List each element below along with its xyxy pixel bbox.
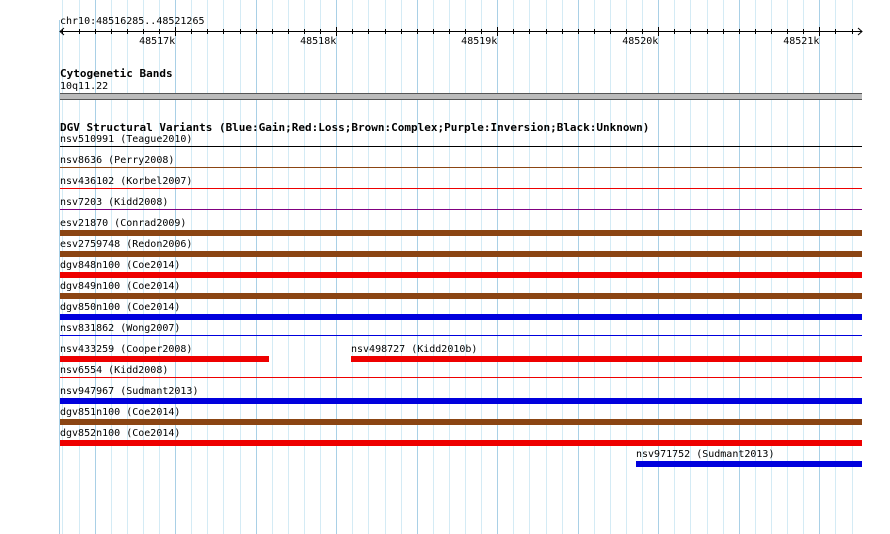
variant-label: dgv852n100 (Coe2014) xyxy=(60,428,181,439)
variant-label: nsv6554 (Kidd2008) xyxy=(60,365,169,376)
variant-feature-bar[interactable] xyxy=(60,251,862,257)
variant-feature-bar[interactable] xyxy=(60,167,862,168)
variant-feature-bar[interactable] xyxy=(60,314,862,320)
variant-label: nsv947967 (Sudmant2013) xyxy=(60,386,199,397)
variant-feature-bar[interactable] xyxy=(60,377,862,378)
dgv-track-title: DGV Structural Variants (Blue:Gain;Red:L… xyxy=(60,121,650,134)
variant-feature-bar[interactable] xyxy=(60,356,269,362)
ruler-tick-label: 48520k xyxy=(622,36,659,47)
variant-feature-bar[interactable] xyxy=(60,230,862,236)
ruler-tick-label: 48518k xyxy=(300,36,337,47)
variant-label: nsv7203 (Kidd2008) xyxy=(60,197,169,208)
variant-label: nsv498727 (Kidd2010b) xyxy=(351,344,478,355)
variant-feature-bar[interactable] xyxy=(636,461,862,467)
variant-label: dgv848n100 (Coe2014) xyxy=(60,260,181,271)
variant-label: nsv436102 (Korbel2007) xyxy=(60,176,193,187)
variant-feature-bar[interactable] xyxy=(60,146,862,147)
cytoband-label: 10q11.22 xyxy=(60,81,109,92)
variant-feature-bar[interactable] xyxy=(60,419,862,425)
variant-label: nsv8636 (Perry2008) xyxy=(60,155,175,166)
variant-feature-bar[interactable] xyxy=(60,398,862,404)
variant-feature-bar[interactable] xyxy=(60,209,862,210)
variant-label: nsv971752 (Sudmant2013) xyxy=(636,449,775,460)
cytoband-track-title: Cytogenetic Bands xyxy=(60,67,173,80)
ruler-tick-label: 48517k xyxy=(139,36,176,47)
variant-label: nsv510991 (Teague2010) xyxy=(60,134,193,145)
cytoband-bar[interactable] xyxy=(60,93,862,100)
variant-label: dgv851n100 (Coe2014) xyxy=(60,407,181,418)
variant-label: nsv433259 (Cooper2008) xyxy=(60,344,193,355)
locus-label: chr10:48516285..48521265 xyxy=(60,16,205,27)
ruler-tick-label: 48521k xyxy=(783,36,820,47)
variant-label: esv21870 (Conrad2009) xyxy=(60,218,187,229)
variant-feature-bar[interactable] xyxy=(60,293,862,299)
variant-label: esv2759748 (Redon2006) xyxy=(60,239,193,250)
variant-label: dgv850n100 (Coe2014) xyxy=(60,302,181,313)
variant-feature-bar[interactable] xyxy=(60,272,862,278)
variant-feature-bar[interactable] xyxy=(60,335,862,336)
variant-feature-bar[interactable] xyxy=(351,356,862,362)
variant-feature-bar[interactable] xyxy=(60,188,862,189)
variant-label: dgv849n100 (Coe2014) xyxy=(60,281,181,292)
ruler-tick-label: 48519k xyxy=(461,36,498,47)
variant-feature-bar[interactable] xyxy=(60,440,862,446)
variant-label: nsv831862 (Wong2007) xyxy=(60,323,181,334)
